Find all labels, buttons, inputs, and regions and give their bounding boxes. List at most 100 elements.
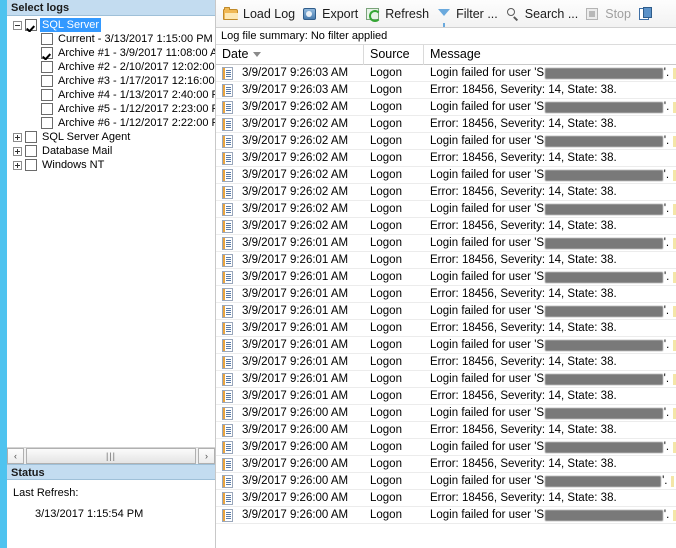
- cell-date: 3/9/2017 9:26:00 AM: [216, 439, 364, 455]
- tree-node[interactable]: SQL Server: [7, 18, 215, 32]
- collapse-minus-icon[interactable]: [13, 20, 22, 30]
- expand-plus-icon[interactable]: [13, 132, 22, 142]
- cell-message-text: Login failed for user 'S: [430, 441, 545, 453]
- cell-date: 3/9/2017 9:26:01 AM: [216, 252, 364, 268]
- log-viewer-toolbar: Load Log Export Refresh Filter ... Search ..…: [216, 0, 676, 28]
- log-entry-icon: [222, 66, 233, 80]
- table-row[interactable]: 3/9/2017 9:26:02 AM Logon Error: 18456, Se…: [216, 184, 676, 201]
- cell-source: Logon: [370, 322, 402, 334]
- tree-horizontal-scrollbar[interactable]: ‹ ||| ›: [7, 447, 215, 464]
- toolbar-button-label: Refresh: [385, 6, 430, 21]
- table-row[interactable]: 3/9/2017 9:26:02 AM Logon Error: 18456, Se…: [216, 116, 676, 133]
- cell-message: Error: 18456, Severity: 14, State: 38.: [424, 388, 676, 404]
- tree-node-checkbox[interactable]: [25, 19, 37, 31]
- expand-plus-icon[interactable]: [13, 146, 22, 156]
- scroll-left-button[interactable]: ‹: [7, 448, 24, 464]
- tree-node-checkbox[interactable]: [41, 33, 53, 45]
- table-row[interactable]: 3/9/2017 9:26:00 AM Logon Login failed for…: [216, 439, 676, 456]
- table-row[interactable]: 3/9/2017 9:26:02 AM Logon Login failed for…: [216, 167, 676, 184]
- tree-node[interactable]: Archive #6 - 1/12/2017 2:22:00 PM: [7, 116, 215, 130]
- table-row[interactable]: 3/9/2017 9:26:00 AM Logon Error: 18456, Se…: [216, 456, 676, 473]
- table-row[interactable]: 3/9/2017 9:26:02 AM Logon Login failed for…: [216, 133, 676, 150]
- tree-node-checkbox[interactable]: [25, 131, 37, 143]
- table-row[interactable]: 3/9/2017 9:26:01 AM Logon Login failed for…: [216, 337, 676, 354]
- log-entry-icon: [222, 168, 233, 182]
- tree-node-checkbox[interactable]: [41, 89, 53, 101]
- redacted-username: [545, 339, 663, 351]
- table-row[interactable]: 3/9/2017 9:26:01 AM Logon Error: 18456, Se…: [216, 320, 676, 337]
- table-row[interactable]: 3/9/2017 9:26:01 AM Logon Error: 18456, Se…: [216, 388, 676, 405]
- toolbar-button-label: Load Log: [243, 6, 296, 21]
- cell-source: Logon: [370, 135, 402, 147]
- table-row[interactable]: 3/9/2017 9:26:02 AM Logon Error: 18456, Se…: [216, 218, 676, 235]
- tree-node[interactable]: Archive #4 - 1/13/2017 2:40:00 PM: [7, 88, 215, 102]
- table-row[interactable]: 3/9/2017 9:26:00 AM Logon Login failed for…: [216, 507, 676, 524]
- cell-message-suffix: '.: [663, 169, 670, 181]
- log-entry-icon: [222, 508, 233, 522]
- cell-date-text: 3/9/2017 9:26:00 AM: [242, 424, 349, 436]
- table-row[interactable]: 3/9/2017 9:26:00 AM Logon Login failed for…: [216, 405, 676, 422]
- table-row[interactable]: 3/9/2017 9:26:01 AM Logon Login failed for…: [216, 269, 676, 286]
- cell-source: Logon: [370, 373, 402, 385]
- scrollbar-thumb[interactable]: |||: [26, 448, 196, 464]
- column-header-message[interactable]: Message: [424, 45, 676, 65]
- table-row[interactable]: 3/9/2017 9:26:03 AM Logon Error: 18456, Se…: [216, 82, 676, 99]
- log-entry-icon: [222, 219, 233, 233]
- cell-date-text: 3/9/2017 9:26:01 AM: [242, 339, 349, 351]
- expand-plus-icon[interactable]: [13, 160, 22, 170]
- table-row[interactable]: 3/9/2017 9:26:01 AM Logon Error: 18456, Se…: [216, 286, 676, 303]
- toolbar-button-search[interactable]: Search ...: [503, 2, 584, 26]
- toolbar-button-copy[interactable]: [636, 2, 663, 26]
- table-row[interactable]: 3/9/2017 9:26:02 AM Logon Login failed for…: [216, 201, 676, 218]
- toolbar-button-label: Export: [322, 6, 359, 21]
- toolbar-button-filter[interactable]: Filter ...: [434, 2, 503, 27]
- table-row[interactable]: 3/9/2017 9:26:01 AM Logon Error: 18456, Se…: [216, 354, 676, 371]
- table-row[interactable]: 3/9/2017 9:26:00 AM Logon Error: 18456, Se…: [216, 422, 676, 439]
- tree-node[interactable]: Current - 3/13/2017 1:15:00 PM: [7, 32, 215, 46]
- open-folder-icon: [223, 6, 239, 22]
- table-row[interactable]: 3/9/2017 9:26:02 AM Logon Error: 18456, Se…: [216, 150, 676, 167]
- scroll-right-button[interactable]: ›: [198, 448, 215, 464]
- tree-node-checkbox[interactable]: [25, 159, 37, 171]
- log-source-tree[interactable]: SQL Server Current - 3/13/2017 1:15:00 PM…: [7, 16, 215, 447]
- cell-message-suffix: '.: [663, 373, 670, 385]
- cell-message-suffix: '.: [663, 101, 670, 113]
- redacted-username: [545, 169, 663, 181]
- tree-node[interactable]: Archive #3 - 1/17/2017 12:16:00 PM: [7, 74, 215, 88]
- log-entry-icon: [222, 100, 233, 114]
- log-entry-icon: [222, 338, 233, 352]
- log-grid-body[interactable]: 3/9/2017 9:26:03 AM Logon Login failed for…: [216, 65, 676, 548]
- cell-message: Error: 18456, Severity: 14, State: 38.: [424, 354, 676, 370]
- toolbar-button-loadlog[interactable]: Load Log: [221, 2, 300, 26]
- column-header-date[interactable]: Date: [216, 44, 364, 65]
- tree-node-checkbox[interactable]: [41, 61, 53, 73]
- table-row[interactable]: 3/9/2017 9:26:00 AM Logon Login failed for…: [216, 473, 676, 490]
- cell-source: Logon: [370, 101, 402, 113]
- toolbar-button-refresh[interactable]: Refresh: [363, 2, 434, 26]
- table-row[interactable]: 3/9/2017 9:26:02 AM Logon Login failed for…: [216, 99, 676, 116]
- cell-date-text: 3/9/2017 9:26:02 AM: [242, 186, 349, 198]
- tree-node-checkbox[interactable]: [25, 145, 37, 157]
- tree-node[interactable]: Windows NT: [7, 158, 215, 172]
- tree-node[interactable]: SQL Server Agent: [7, 130, 215, 144]
- column-header-source[interactable]: Source: [364, 44, 424, 65]
- tree-node-checkbox[interactable]: [41, 117, 53, 129]
- toolbar-button-export[interactable]: Export: [300, 2, 363, 26]
- cell-date-text: 3/9/2017 9:26:01 AM: [242, 373, 349, 385]
- table-row[interactable]: 3/9/2017 9:26:01 AM Logon Error: 18456, Se…: [216, 252, 676, 269]
- table-row[interactable]: 3/9/2017 9:26:00 AM Logon Error: 18456, Se…: [216, 490, 676, 507]
- tree-node[interactable]: Archive #5 - 1/12/2017 2:23:00 PM: [7, 102, 215, 116]
- tree-node-checkbox[interactable]: [41, 75, 53, 87]
- table-row[interactable]: 3/9/2017 9:26:01 AM Logon Login failed for…: [216, 235, 676, 252]
- cell-message-text: Error: 18456, Severity: 14, State: 38.: [430, 220, 617, 232]
- tree-node[interactable]: Archive #2 - 2/10/2017 12:02:00 PM: [7, 60, 215, 74]
- table-row[interactable]: 3/9/2017 9:26:03 AM Logon Login failed for…: [216, 65, 676, 82]
- tree-node[interactable]: Archive #1 - 3/9/2017 11:08:00 AM: [7, 46, 215, 60]
- cell-message-suffix: '.: [663, 67, 670, 79]
- tree-node[interactable]: Database Mail: [7, 144, 215, 158]
- cell-date: 3/9/2017 9:26:03 AM: [216, 65, 364, 81]
- table-row[interactable]: 3/9/2017 9:26:01 AM Logon Login failed for…: [216, 371, 676, 388]
- tree-node-checkbox[interactable]: [41, 103, 53, 115]
- table-row[interactable]: 3/9/2017 9:26:01 AM Logon Login failed for…: [216, 303, 676, 320]
- tree-node-checkbox[interactable]: [41, 47, 53, 59]
